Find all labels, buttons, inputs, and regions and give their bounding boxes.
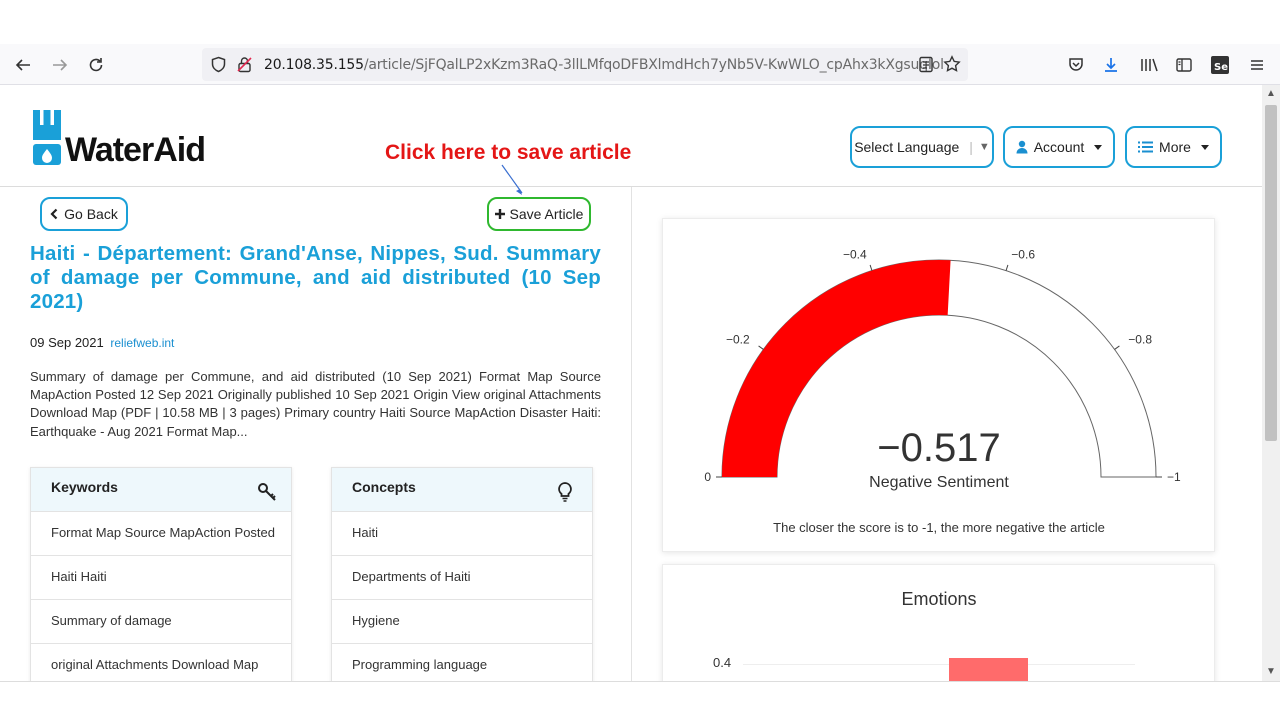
library-icon[interactable] [1136,52,1162,78]
browser-toolbar: 20.108.35.155/article/SjFQalLP2xKzm3RaQ-… [0,44,1280,85]
concepts-panel: Concepts Haiti Departments of Haiti Hygi… [331,467,593,681]
concept-item[interactable]: Programming language [332,643,592,681]
concepts-heading: Concepts [352,479,416,495]
selenium-extension-icon[interactable]: Se [1207,52,1233,78]
keyword-item[interactable]: original Attachments Download Map [31,643,291,681]
key-icon [257,482,277,505]
logo-text: WaterAid [65,131,206,169]
url-path: /article/SjFQalLP2xKzm3RaQ-3llLMfqoDFBXl… [363,57,944,73]
article-title: Haiti - Département: Grand'Anse, Nippes,… [30,242,601,313]
concepts-header: Concepts [332,468,592,511]
address-bar[interactable]: 20.108.35.155/article/SjFQalLP2xKzm3RaQ-… [202,48,968,81]
insecure-lock-icon[interactable] [236,56,253,78]
keyword-item[interactable]: Format Map Source MapAction Posted [31,511,291,555]
source-link[interactable]: reliefweb.int [110,336,174,350]
window-top [0,0,1280,44]
sentiment-card: 0 −0.2 −0.4 −0.6 −0.8 −1 −0.517 Negative Sent… [662,218,1215,552]
page-content: WaterAid Click here to save article Sele… [0,85,1262,681]
keyword-item[interactable]: Summary of damage [31,599,291,643]
lightbulb-icon [558,482,572,505]
keywords-header: Keywords [31,468,291,511]
go-back-button[interactable]: Go Back [40,197,128,231]
article-date: 09 Sep 2021 [30,335,104,350]
keywords-panel: Keywords Format Map Source MapAction Pos… [30,467,292,681]
y-tick-label: 0.4 [713,655,732,670]
more-button[interactable]: More [1125,126,1222,168]
gauge-tick [1114,345,1120,350]
article-summary: Summary of damage per Commune, and aid d… [30,369,601,439]
site-header: WaterAid Click here to save article Sele… [0,85,1262,195]
wateraid-logo[interactable]: WaterAid [33,110,206,169]
gauge-tick [1005,264,1009,271]
gauge-tick-label: −0.2 [726,332,750,346]
scroll-up-icon[interactable]: ▲ [1266,88,1276,99]
scroll-thumb[interactable] [1265,105,1277,441]
save-article-label: Save Article [509,206,584,222]
emotions-card: Emotions 0.4 [662,564,1215,681]
column-divider [631,187,632,681]
dropdown-arrow-icon: ▼ [978,141,990,153]
account-label: Account [1033,139,1085,155]
menu-icon[interactable] [1244,52,1270,78]
sentiment-note: The closer the score is to -1, the more … [773,520,1105,535]
url-text[interactable]: 20.108.35.155/article/SjFQalLP2xKzm3RaQ-… [264,57,944,73]
gauge-tick-label: −0.4 [843,247,867,261]
gauge-tick [758,345,764,350]
page-scrollbar[interactable]: ▲ ▼ [1262,85,1280,681]
concept-item[interactable]: Haiti [332,511,592,555]
reload-icon[interactable] [83,52,109,78]
sentiment-gauge: 0−0.2−0.4 −0.6−0.8−1 [704,247,1181,484]
go-back-label: Go Back [64,206,118,222]
concept-item[interactable]: Departments of Haiti [332,555,592,599]
account-button[interactable]: Account [1003,126,1115,168]
concept-item[interactable]: Hygiene [332,599,592,643]
gauge-tick [869,264,873,271]
keyword-item[interactable]: Haiti Haiti [31,555,291,599]
annotation-arrow [501,164,523,195]
separator: | [969,139,973,155]
chevron-left-icon [50,208,58,220]
emotions-title: Emotions [901,589,977,609]
sidebar-icon[interactable] [1171,52,1197,78]
save-annotation: Click here to save article [385,141,632,164]
url-host: 20.108.35.155 [264,57,364,73]
plus-icon [494,209,505,219]
select-language-dropdown[interactable]: Select Language | ▼ [850,126,994,168]
article-meta: 09 Sep 2021 reliefweb.int [30,335,174,350]
sentiment-label: Negative Sentiment [869,474,1009,491]
forward-arrow-icon[interactable] [47,52,73,78]
keywords-heading: Keywords [51,479,118,495]
caret-down-icon [1200,144,1209,150]
list-icon [1138,141,1154,153]
shield-icon[interactable] [210,56,227,78]
select-language-label: Select Language [854,139,960,155]
caret-down-icon [1094,144,1103,150]
bookmark-star-icon[interactable] [943,55,961,78]
user-icon [1016,140,1028,154]
gridline [743,664,1135,665]
gauge-tick-label: −0.6 [1011,247,1035,261]
reader-view-icon[interactable] [918,56,934,78]
save-article-button[interactable]: Save Article [487,197,591,231]
emotion-bar [949,658,1028,681]
more-label: More [1159,139,1191,155]
water-drop-logo-icon [33,110,61,165]
sentiment-score: −0.517 [877,426,1001,470]
pocket-icon[interactable] [1063,52,1089,78]
svg-text:Se: Se [1214,62,1228,73]
scroll-down-icon[interactable]: ▼ [1266,666,1276,677]
window-bottom [0,681,1280,720]
back-arrow-icon[interactable] [10,52,36,78]
gauge-tick-label: −0.8 [1128,332,1152,346]
download-icon[interactable] [1098,52,1124,78]
